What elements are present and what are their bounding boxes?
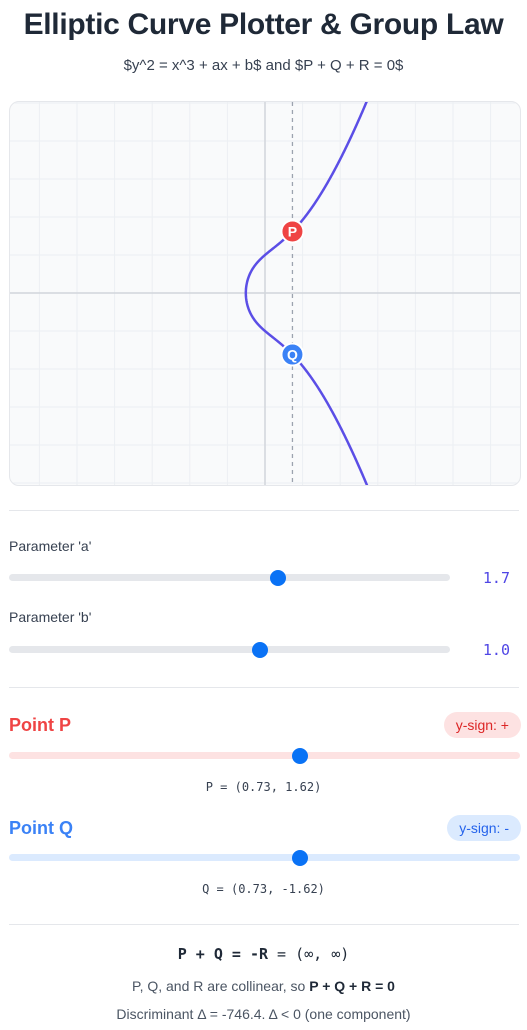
divider bbox=[9, 687, 519, 688]
param-b-slider[interactable] bbox=[9, 642, 450, 658]
point-q-slider[interactable] bbox=[9, 850, 520, 866]
curve-plot-svg: PQ bbox=[10, 102, 520, 485]
collinear-note: P, Q, and R are collinear, so P + Q + R … bbox=[0, 978, 527, 994]
point-q-sign-toggle[interactable]: y-sign: - bbox=[447, 815, 521, 841]
group-law-result: P + Q = -R = (∞, ∞) bbox=[0, 945, 527, 963]
collinear-equation: P + Q + R = 0 bbox=[309, 978, 395, 994]
param-a-label: Parameter 'a' bbox=[9, 538, 92, 554]
divider bbox=[9, 510, 519, 511]
param-b-value: 1.0 bbox=[482, 641, 510, 659]
result-lhs: P + Q = -R bbox=[177, 945, 269, 963]
page-title: Elliptic Curve Plotter & Group Law bbox=[23, 8, 504, 41]
point-q-marker-label: Q bbox=[287, 347, 298, 363]
point-p-slider-thumb[interactable] bbox=[292, 748, 309, 764]
result-equals: = bbox=[277, 945, 287, 963]
divider bbox=[9, 924, 519, 925]
point-p-coords: P = (0.73, 1.62) bbox=[205, 780, 322, 794]
result-rhs: (∞, ∞) bbox=[295, 945, 350, 963]
param-a-slider-thumb[interactable] bbox=[270, 570, 286, 586]
curve-plot[interactable]: PQ bbox=[9, 101, 521, 486]
point-p-sign-toggle[interactable]: y-sign: + bbox=[443, 712, 521, 738]
param-b-label: Parameter 'b' bbox=[9, 609, 92, 625]
point-p-marker-label: P bbox=[288, 223, 297, 239]
point-p-slider[interactable] bbox=[9, 748, 520, 764]
param-a-value: 1.7 bbox=[482, 569, 510, 587]
point-p-title: Point P bbox=[9, 715, 71, 735]
collinear-prefix: P, Q, and R are collinear, so bbox=[132, 978, 306, 994]
point-q-slider-thumb[interactable] bbox=[292, 850, 309, 866]
point-q-title: Point Q bbox=[9, 818, 73, 838]
param-b-slider-thumb[interactable] bbox=[252, 642, 269, 658]
param-a-slider[interactable] bbox=[9, 570, 450, 586]
discriminant-note: Discriminant Δ = -746.4. Δ < 0 (one comp… bbox=[116, 1006, 411, 1022]
page-subtitle: $y^2 = x^3 + ax + b$ and $P + Q + R = 0$ bbox=[123, 57, 404, 74]
point-q-coords: Q = (0.73, -1.62) bbox=[202, 882, 325, 896]
